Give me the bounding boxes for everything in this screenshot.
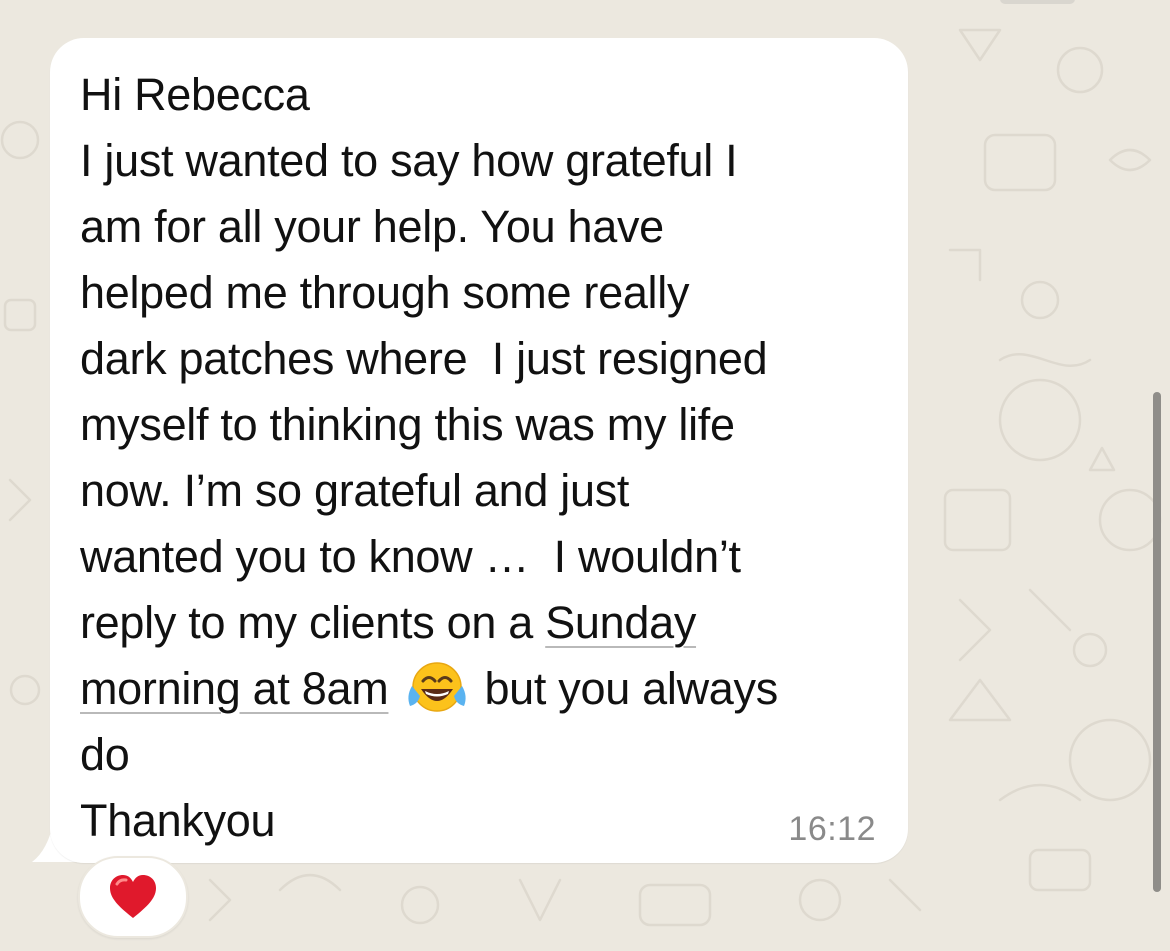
message-line: helped me through some really bbox=[80, 267, 690, 318]
red-heart-icon bbox=[110, 875, 156, 918]
date-time-link[interactable]: morning at 8am bbox=[80, 663, 389, 714]
message-line: Thankyou bbox=[80, 795, 276, 846]
message-line: I just wanted to say how grateful I bbox=[80, 135, 738, 186]
message-text-fragment: reply to my clients on a bbox=[80, 597, 546, 648]
message-text-fragment: but you always bbox=[484, 663, 778, 714]
message-line: reply to my clients on a Sunday bbox=[80, 590, 900, 656]
top-edge-element bbox=[1000, 0, 1075, 4]
message-line: myself to thinking this was my life bbox=[80, 399, 735, 450]
message-line: dark patches where I just resigned bbox=[80, 333, 768, 384]
message-line: Hi Rebecca bbox=[80, 69, 310, 120]
reaction-badge[interactable] bbox=[78, 856, 188, 938]
message-line: morning at 8am but you always bbox=[80, 656, 900, 722]
scrollbar-thumb[interactable] bbox=[1153, 392, 1161, 892]
message-text: Hi Rebecca I just wanted to say how grat… bbox=[80, 62, 900, 854]
incoming-message-bubble[interactable]: Hi Rebecca I just wanted to say how grat… bbox=[50, 38, 908, 863]
date-time-link[interactable]: Sunday bbox=[545, 597, 696, 648]
message-timestamp: 16:12 bbox=[788, 810, 876, 848]
message-line: am for all your help. You have bbox=[80, 201, 664, 252]
tears-of-joy-emoji bbox=[408, 662, 467, 712]
message-line: do bbox=[80, 729, 130, 780]
message-line: wanted you to know … I wouldn’t bbox=[80, 531, 741, 582]
message-line: now. I’m so grateful and just bbox=[80, 465, 630, 516]
